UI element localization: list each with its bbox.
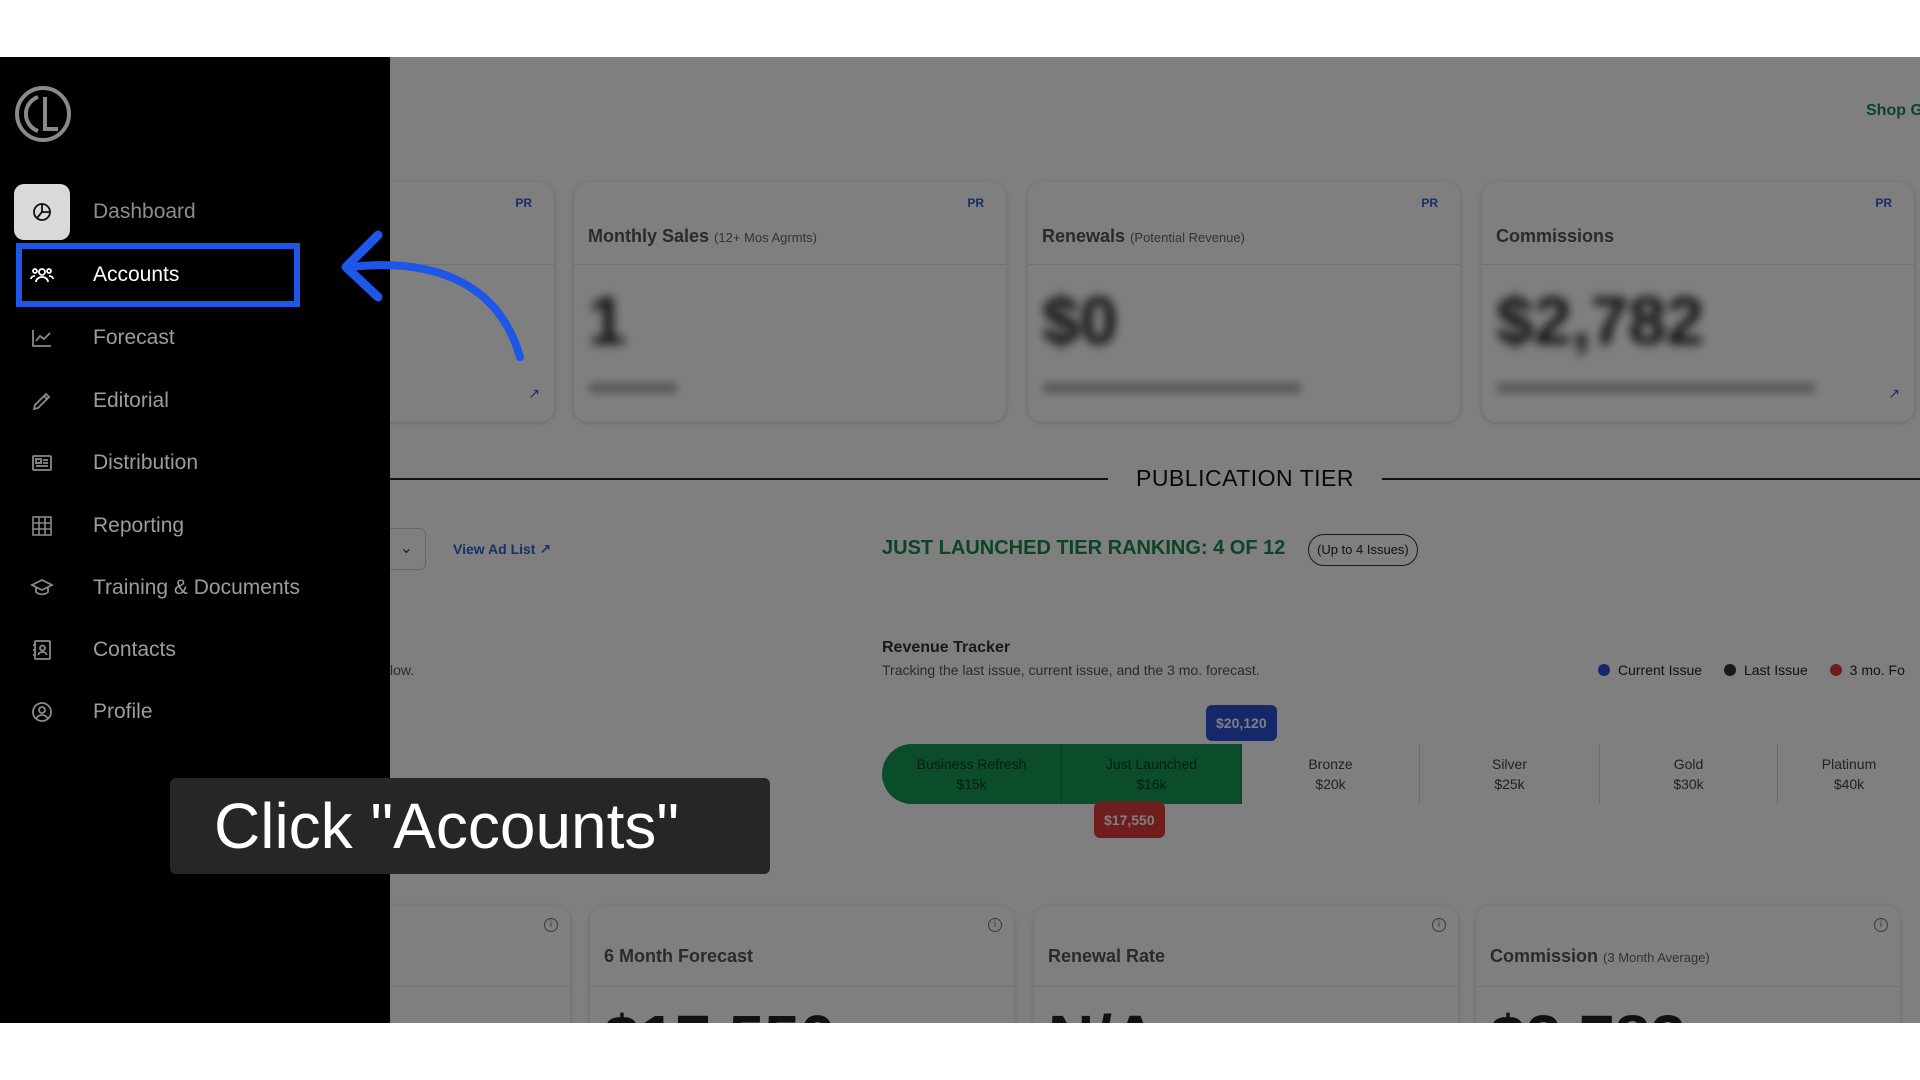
sidebar-item-label: Distribution <box>93 451 199 474</box>
sidebar-item-distribution[interactable]: Distribution <box>14 435 304 491</box>
sidebar-item-label: Forecast <box>93 326 175 349</box>
curved-arrow-icon <box>341 230 524 361</box>
highlight-box <box>16 243 300 307</box>
sidebar-item-editorial[interactable]: Editorial <box>14 373 304 429</box>
sidebar-item-label: Dashboard <box>93 200 196 223</box>
sidebar-item-training[interactable]: Training & Documents <box>14 560 304 616</box>
logo-icon[interactable] <box>14 85 72 143</box>
sidebar-item-profile[interactable]: Profile <box>14 684 304 740</box>
instruction-callout: Click "Accounts" <box>170 778 770 874</box>
newspaper-icon <box>14 435 70 491</box>
sidebar-item-reporting[interactable]: Reporting <box>14 498 304 554</box>
sidebar-item-forecast[interactable]: Forecast <box>14 310 304 366</box>
pie-chart-icon <box>14 184 70 240</box>
sidebar-item-label: Editorial <box>93 389 169 412</box>
sidebar-item-label: Reporting <box>93 514 185 537</box>
line-chart-icon <box>14 310 70 366</box>
sidebar: Dashboard Accounts Forecast Editorial Di <box>0 57 390 1023</box>
user-circle-icon <box>14 684 70 740</box>
sidebar-item-dashboard[interactable]: Dashboard <box>14 184 304 240</box>
sidebar-item-label: Contacts <box>93 638 176 661</box>
sidebar-item-label: Profile <box>93 700 153 723</box>
contact-book-icon <box>14 622 70 678</box>
pencil-icon <box>14 373 70 429</box>
graduation-cap-icon <box>14 560 70 616</box>
sidebar-item-label: Training & Documents <box>93 576 300 599</box>
tutorial-frame: Shop G PR ↗ PR Monthly Sales (12+ Mos Ag… <box>0 57 1920 1023</box>
grid-icon <box>14 498 70 554</box>
sidebar-item-contacts[interactable]: Contacts <box>14 622 304 678</box>
